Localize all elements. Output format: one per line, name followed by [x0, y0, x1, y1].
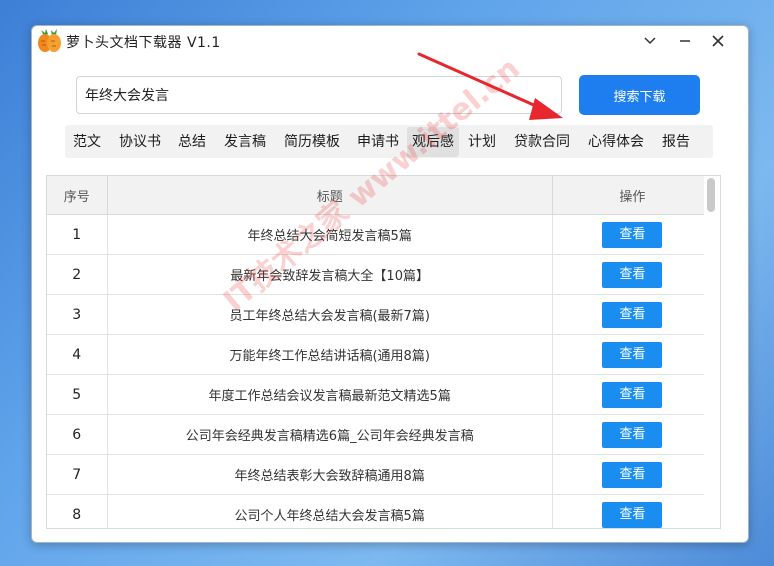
scrollbar-thumb[interactable]	[707, 178, 715, 212]
view-button[interactable]: 查看	[602, 221, 663, 248]
row-action-cell: 查看	[552, 214, 714, 255]
row-title: 年终总结表彰大会致辞稿通用8篇	[107, 454, 553, 495]
row-action-cell: 查看	[552, 374, 714, 415]
view-button[interactable]: 查看	[602, 421, 663, 448]
view-button[interactable]: 查看	[602, 501, 663, 528]
row-title: 最新年会致辞发言稿大全【10篇】	[107, 254, 553, 295]
category-xinde[interactable]: 心得体会	[583, 127, 649, 157]
row-action-cell: 查看	[552, 494, 714, 528]
row-index: 4	[47, 334, 108, 375]
table-row: 1 年终总结大会简短发言稿5篇 查看	[47, 214, 714, 255]
view-button[interactable]: 查看	[602, 261, 663, 288]
row-index: 1	[47, 214, 108, 255]
search-download-button[interactable]: 搜索下载	[579, 75, 700, 115]
row-action-cell: 查看	[552, 334, 714, 375]
row-title: 万能年终工作总结讲话稿(通用8篇)	[107, 334, 553, 375]
header-action: 操作	[552, 176, 714, 215]
maximize-button[interactable]	[668, 29, 702, 53]
table-row: 3 员工年终总结大会发言稿(最新7篇) 查看	[47, 294, 714, 335]
category-zongjie[interactable]: 总结	[173, 127, 211, 157]
row-index: 5	[47, 374, 108, 415]
category-bar: 范文 协议书 总结 发言稿 简历模板 申请书 观后感 计划 贷款合同 心得体会 …	[65, 125, 713, 158]
row-index: 6	[47, 414, 108, 455]
view-button[interactable]: 查看	[602, 301, 663, 328]
row-title: 公司个人年终总结大会发言稿5篇	[107, 494, 553, 528]
minus-icon	[680, 40, 690, 42]
category-fanwen[interactable]: 范文	[68, 127, 106, 157]
category-guanhougan[interactable]: 观后感	[407, 126, 459, 157]
table-row: 6 公司年会经典发言稿精选6篇_公司年会经典发言稿 查看	[47, 414, 714, 455]
annotation-arrow-icon	[417, 52, 563, 120]
category-baogao[interactable]: 报告	[657, 127, 695, 157]
row-index: 7	[47, 454, 108, 495]
view-button[interactable]: 查看	[602, 341, 663, 368]
row-index: 2	[47, 254, 108, 295]
header-title: 标题	[107, 176, 553, 215]
row-action-cell: 查看	[552, 454, 714, 495]
view-button[interactable]: 查看	[602, 461, 663, 488]
table-scrollbar[interactable]	[704, 176, 718, 528]
row-title: 员工年终总结大会发言稿(最新7篇)	[107, 294, 553, 335]
category-xieyishu[interactable]: 协议书	[114, 127, 166, 157]
header-index: 序号	[47, 176, 108, 215]
category-daikuan[interactable]: 贷款合同	[509, 127, 575, 157]
row-title: 年终总结大会简短发言稿5篇	[107, 214, 553, 255]
close-button[interactable]	[701, 29, 735, 53]
category-shenqingshu[interactable]: 申请书	[352, 127, 404, 157]
table-row: 2 最新年会致辞发言稿大全【10篇】 查看	[47, 254, 714, 295]
row-title: 公司年会经典发言稿精选6篇_公司年会经典发言稿	[107, 414, 553, 455]
row-action-cell: 查看	[552, 254, 714, 295]
app-window: 萝卜头文档下载器 V1.1 搜索下载 范文 协议书 总结 发言稿 简历模板 申请…	[31, 25, 749, 543]
category-jianli[interactable]: 简历模板	[279, 127, 345, 157]
row-title: 年度工作总结会议发言稿最新范文精选5篇	[107, 374, 553, 415]
category-jihua[interactable]: 计划	[463, 127, 501, 157]
row-index: 8	[47, 494, 108, 528]
row-index: 3	[47, 294, 108, 335]
row-action-cell: 查看	[552, 414, 714, 455]
view-button[interactable]: 查看	[602, 381, 663, 408]
table-row: 5 年度工作总结会议发言稿最新范文精选5篇 查看	[47, 374, 714, 415]
table-header-row: 序号 标题 操作	[47, 176, 714, 215]
table-row: 4 万能年终工作总结讲话稿(通用8篇) 查看	[47, 334, 714, 375]
table-row: 8 公司个人年终总结大会发言稿5篇 查看	[47, 494, 714, 528]
results-table: 序号 标题 操作 1 年终总结大会简短发言稿5篇 查看 2 最新年会致辞发言稿大…	[46, 175, 721, 529]
carrot-logo-icon	[38, 29, 61, 52]
chevron-down-icon	[644, 37, 656, 45]
minimize-button[interactable]	[633, 29, 667, 53]
title-bar: 萝卜头文档下载器 V1.1	[32, 26, 748, 56]
row-action-cell: 查看	[552, 294, 714, 335]
table-row: 7 年终总结表彰大会致辞稿通用8篇 查看	[47, 454, 714, 495]
window-title: 萝卜头文档下载器 V1.1	[66, 35, 221, 51]
category-fayangao[interactable]: 发言稿	[219, 127, 271, 157]
close-icon	[712, 35, 724, 47]
